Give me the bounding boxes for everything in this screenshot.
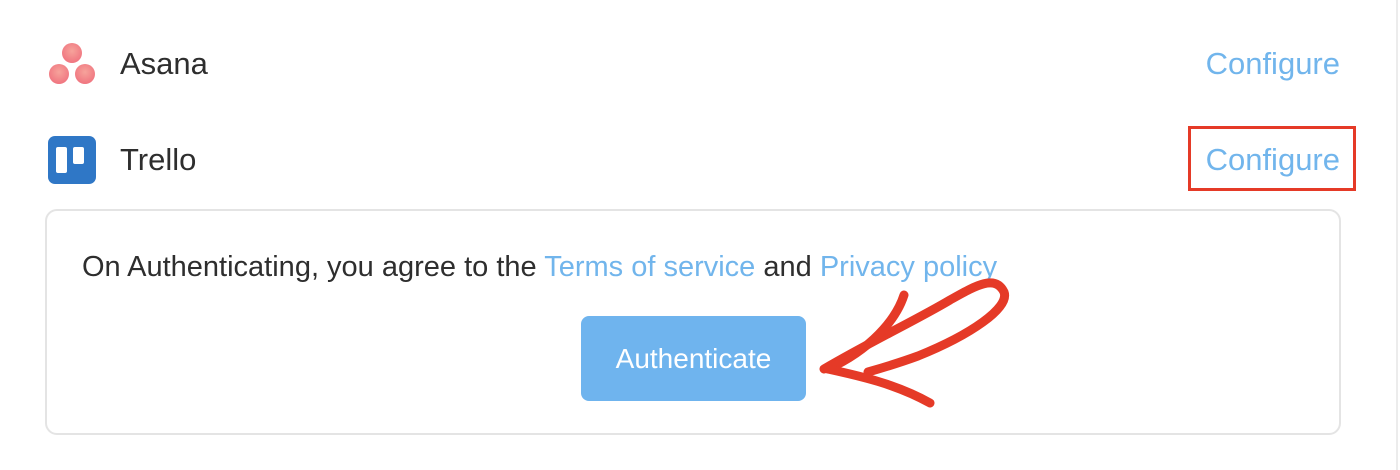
asana-logo-icon <box>49 43 95 84</box>
authentication-panel: On Authenticating, you agree to the Term… <box>45 209 1341 435</box>
window-edge <box>1396 0 1398 470</box>
trello-logo-icon <box>48 136 96 184</box>
configure-asana-link[interactable]: Configure <box>1206 44 1340 84</box>
integration-name: Trello <box>120 142 197 177</box>
agreement-conjunction: and <box>763 251 812 283</box>
agreement-prefix: On Authenticating, you agree to the <box>82 251 537 283</box>
integration-row-asana: Asana Configure <box>0 34 1396 94</box>
integration-row-trello: Trello Configure <box>0 130 1396 190</box>
privacy-policy-link[interactable]: Privacy policy <box>820 251 997 283</box>
annotation-highlight-box <box>1188 126 1356 191</box>
terms-of-service-link[interactable]: Terms of service <box>544 251 755 283</box>
annotation-arrow-icon <box>819 278 1010 408</box>
integration-name: Asana <box>120 46 208 81</box>
authenticate-button[interactable]: Authenticate <box>581 316 806 401</box>
